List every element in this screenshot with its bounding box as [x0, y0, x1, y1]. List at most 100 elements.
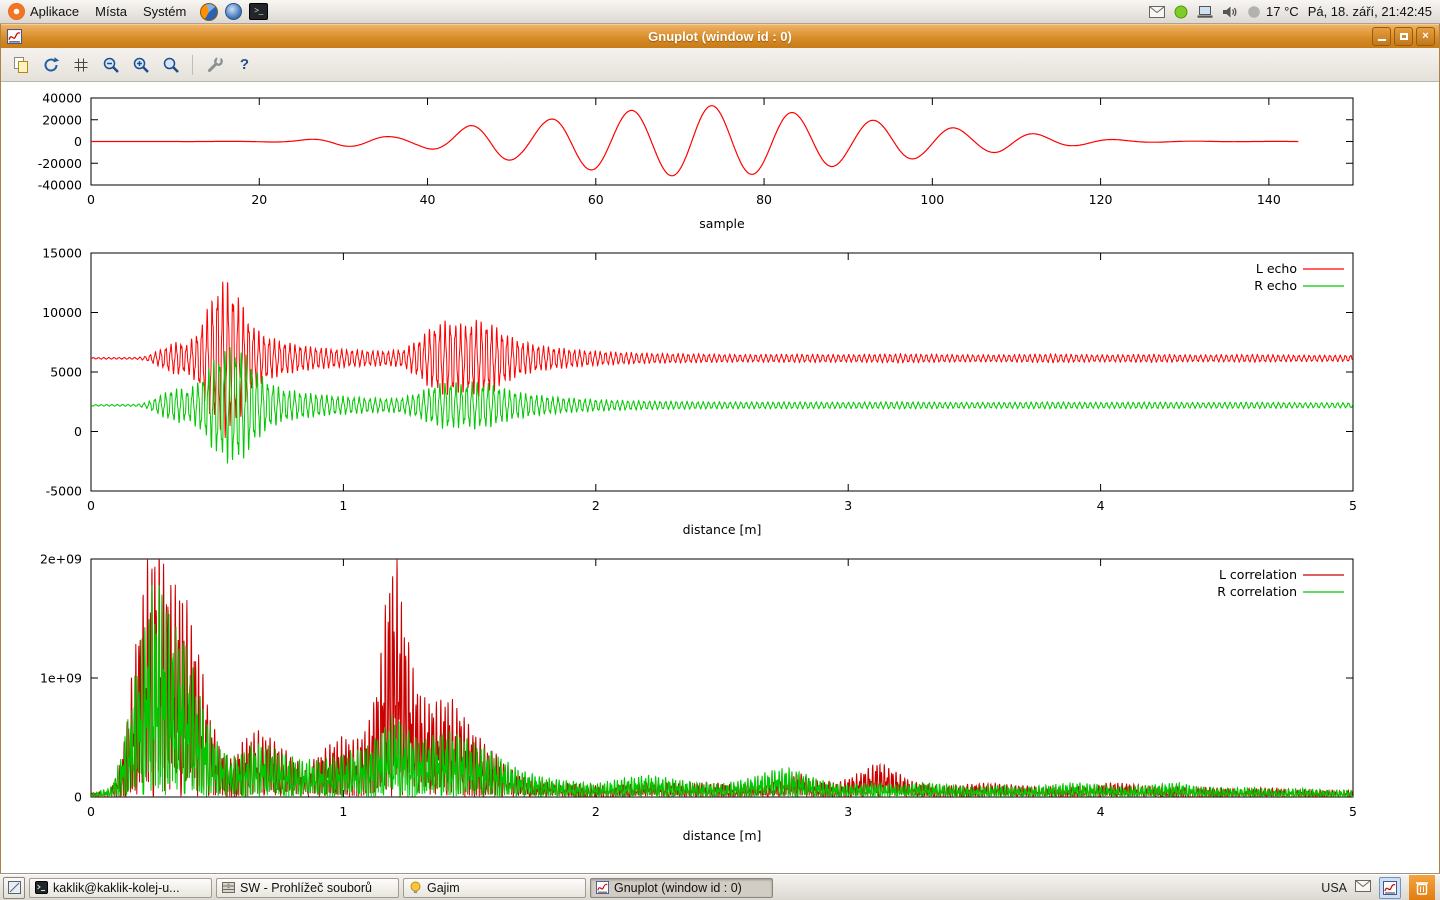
autoscale-button[interactable] [157, 52, 184, 78]
trash-applet[interactable] [1409, 875, 1435, 900]
minimize-icon [1378, 39, 1386, 41]
close-button[interactable]: × [1416, 27, 1435, 46]
gnuplot-icon [596, 881, 609, 894]
file-manager-icon [222, 881, 235, 894]
desktop-screen: Aplikace Místa Systém >_ [0, 0, 1440, 900]
gnuplot-toolbar: ? [1, 48, 1439, 82]
taskbar-item-gnuplot[interactable]: Gnuplot (window id : 0) [590, 878, 773, 898]
weather-applet[interactable]: 17 °C [1247, 4, 1299, 19]
correlation-chart[interactable]: 01234501e+092e+09distance [m]L correlati… [1, 546, 1439, 858]
wrench-icon [206, 56, 224, 74]
taskbar-item-label: Gajim [427, 881, 460, 895]
x-tick-label: 4 [1097, 498, 1105, 513]
x-tick-label: 5 [1349, 498, 1357, 513]
gnuplot-window-icon [7, 29, 22, 44]
copy-icon [12, 56, 30, 74]
y-tick-label: 40000 [42, 91, 82, 106]
x-tick-label: 80 [756, 192, 772, 207]
x-tick-label: 2 [592, 804, 600, 819]
tray-gnuplot-icon[interactable] [1379, 877, 1401, 899]
window-titlebar[interactable]: Gnuplot (window id : 0) × [1, 24, 1439, 48]
zoom-next-icon [132, 56, 150, 74]
replot-button[interactable] [37, 52, 64, 78]
mail-notifier-icon[interactable] [1149, 6, 1165, 18]
y-tick-label: 1e+09 [40, 671, 82, 686]
configure-button[interactable] [201, 52, 228, 78]
x-tick-label: 0 [87, 498, 95, 513]
series-line [91, 347, 1353, 463]
ubuntu-logo-icon [8, 3, 25, 20]
zoom-previous-icon [102, 56, 120, 74]
window-title: Gnuplot (window id : 0) [1, 29, 1439, 44]
toolbar-separator [192, 55, 193, 75]
tray-mail-icon[interactable] [1355, 879, 1371, 897]
panel-launchers: >_ [200, 3, 268, 21]
terminal-icon [35, 881, 48, 894]
legend-label: R echo [1254, 278, 1297, 293]
zoom-next-button[interactable] [127, 52, 154, 78]
gajim-icon [409, 881, 422, 894]
plot-border [91, 253, 1353, 491]
applications-menu-label: Aplikace [30, 4, 79, 19]
panel-tray: 17 °C Pá, 18. září, 21:42:45 [1149, 4, 1440, 19]
help-button[interactable]: ? [231, 52, 258, 78]
x-tick-label: 4 [1097, 804, 1105, 819]
x-tick-label: 1 [339, 498, 347, 513]
axis-ticks [91, 253, 1353, 491]
x-tick-label: 1 [339, 804, 347, 819]
series-line [91, 585, 1353, 797]
taskbar-item-terminal[interactable]: kaklik@kaklik-kolej-u... [29, 878, 212, 898]
trash-icon [1415, 880, 1429, 895]
x-axis-label: distance [m] [683, 522, 762, 537]
places-menu[interactable]: Místa [87, 0, 135, 23]
refresh-icon [42, 56, 60, 74]
x-tick-label: 2 [592, 498, 600, 513]
places-menu-label: Místa [95, 4, 127, 19]
legend-label: L correlation [1219, 567, 1297, 582]
x-tick-label: 140 [1257, 192, 1281, 207]
system-menu[interactable]: Systém [135, 0, 194, 23]
terminal-launcher-icon[interactable]: >_ [249, 3, 268, 20]
taskbar-item-label: Gnuplot (window id : 0) [614, 881, 742, 895]
system-menu-label: Systém [143, 4, 186, 19]
keyboard-layout-indicator[interactable]: USA [1321, 881, 1347, 895]
minimize-button[interactable] [1372, 27, 1391, 46]
y-tick-label: 0 [74, 134, 82, 149]
series-group [91, 106, 1298, 176]
y-tick-label: 0 [74, 790, 82, 805]
y-tick-label: -20000 [38, 156, 82, 171]
display-icon[interactable] [1197, 5, 1213, 19]
volume-icon[interactable] [1222, 5, 1238, 19]
plot-border [91, 559, 1353, 797]
zoom-previous-button[interactable] [97, 52, 124, 78]
clock-applet[interactable]: Pá, 18. září, 21:42:45 [1308, 4, 1432, 19]
legend-label: R correlation [1217, 584, 1297, 599]
x-axis-label: distance [m] [683, 828, 762, 843]
y-tick-label: -40000 [38, 178, 82, 193]
gnome-top-panel: Aplikace Místa Systém >_ [0, 0, 1440, 24]
taskbar-item-label: SW - Prohlížeč souborů [240, 881, 372, 895]
grid-icon [72, 56, 90, 74]
x-tick-label: 5 [1349, 804, 1357, 819]
gnuplot-canvas[interactable]: 020406080100120140-40000-200000200004000… [1, 82, 1439, 873]
taskbar-item-gajim[interactable]: Gajim [403, 878, 586, 898]
series-line [91, 546, 1353, 797]
waveform-chart[interactable]: 020406080100120140-40000-200000200004000… [1, 84, 1439, 238]
taskbar-item-file-browser[interactable]: SW - Prohlížeč souborů [216, 878, 399, 898]
applications-menu[interactable]: Aplikace [0, 0, 87, 23]
toggle-grid-button[interactable] [67, 52, 94, 78]
echo-chart[interactable]: 012345-5000050001000015000distance [m]L … [1, 238, 1439, 546]
x-tick-label: 60 [588, 192, 604, 207]
help-launcher-icon[interactable] [225, 3, 242, 20]
x-tick-label: 0 [87, 192, 95, 207]
taskbar: kaklik@kaklik-kolej-u... SW - Prohlížeč … [0, 874, 1440, 900]
zoom-reset-icon [162, 56, 180, 74]
copy-to-clipboard-button[interactable] [7, 52, 34, 78]
firefox-launcher-icon[interactable] [200, 3, 218, 21]
taskbar-item-label: kaklik@kaklik-kolej-u... [53, 881, 180, 895]
show-desktop-button[interactable] [3, 877, 25, 899]
temperature-label: 17 °C [1266, 4, 1299, 19]
series-group [91, 282, 1353, 464]
update-notifier-icon[interactable] [1174, 5, 1188, 19]
maximize-button[interactable] [1394, 27, 1413, 46]
